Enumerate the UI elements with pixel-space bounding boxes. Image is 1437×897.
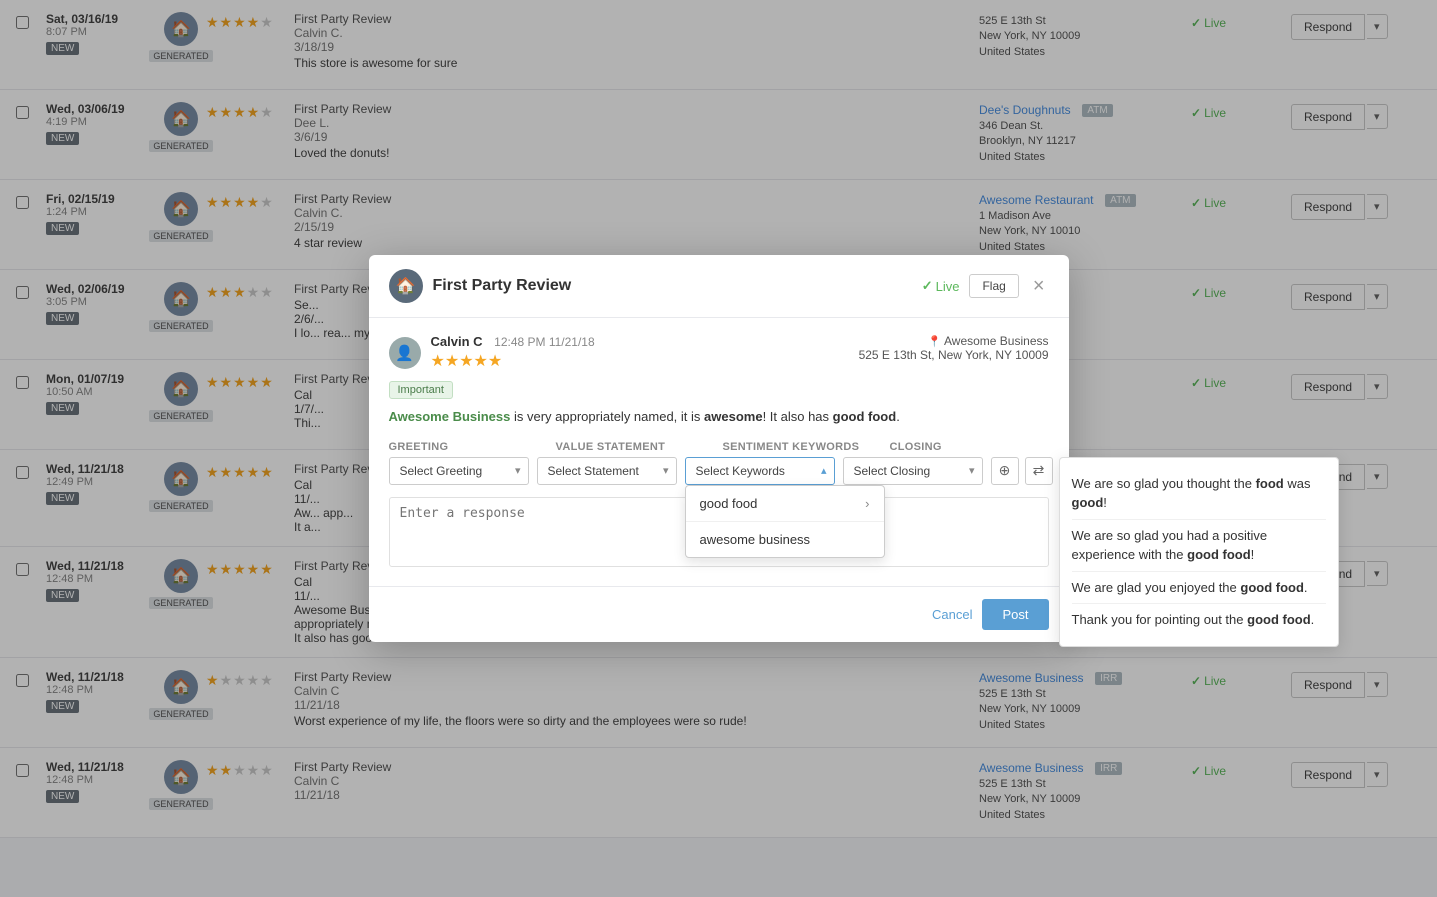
- closing-select-wrapper: Select Closing ▾: [843, 457, 983, 485]
- value-label: VALUE STATEMENT: [556, 441, 715, 453]
- keywords-select-wrapper: Select Keywords good food awesome busine…: [685, 457, 835, 485]
- modal-footer: Cancel Post: [369, 586, 1069, 642]
- keyword-item-awesomebusiness[interactable]: awesome business: [686, 522, 884, 557]
- suggestions-panel: We are so glad you thought the food was …: [1059, 457, 1339, 647]
- review-business-highlight: Awesome Business: [389, 409, 511, 424]
- modal-live-badge: Live: [922, 278, 960, 294]
- review-goodfood-highlight: good food: [833, 409, 897, 424]
- cancel-button[interactable]: Cancel: [932, 607, 972, 622]
- suggestion-item[interactable]: We are so glad you had a positive experi…: [1072, 520, 1326, 572]
- closing-select[interactable]: Select Closing: [843, 457, 983, 485]
- close-button[interactable]: ×: [1029, 276, 1049, 296]
- reviewer-location: 📍 Awesome Business 525 E 13th St, New Yo…: [859, 334, 1049, 362]
- keywords-dropdown: good food › awesome business: [685, 485, 885, 558]
- flag-button[interactable]: Flag: [969, 274, 1018, 298]
- reviewer-time: 12:48 PM 11/21/18: [494, 335, 595, 349]
- keywords-select[interactable]: Select Keywords good food awesome busine…: [685, 457, 835, 485]
- post-button[interactable]: Post: [982, 599, 1048, 630]
- review-awesome-highlight: awesome: [704, 409, 763, 424]
- keyword-item-goodfood[interactable]: good food ›: [686, 486, 884, 522]
- modal-header: 🏠 First Party Review Live Flag ×: [369, 255, 1069, 318]
- value-statement-select-wrapper: Select Statement ▾: [537, 457, 677, 485]
- suggestion-item[interactable]: Thank you for pointing out the good food…: [1072, 604, 1326, 636]
- suggestion-item[interactable]: We are so glad you thought the food was …: [1072, 468, 1326, 520]
- review-content: Awesome Business is very appropriately n…: [389, 407, 1049, 427]
- modal-home-icon: 🏠: [389, 269, 423, 303]
- suggestion-item[interactable]: We are glad you enjoyed the good food.: [1072, 572, 1326, 605]
- page-wrapper: Sat, 03/16/19 8:07 PM NEW 🏠 GENERATED ★★…: [0, 0, 1437, 897]
- modal-header-right: Live Flag ×: [922, 274, 1049, 298]
- add-template-button[interactable]: ⊕: [991, 457, 1019, 485]
- modal-title: First Party Review: [433, 277, 572, 295]
- modal-header-left: 🏠 First Party Review: [389, 269, 572, 303]
- reviewer-stars: ★★★★★: [431, 351, 595, 371]
- sentiment-label: SENTIMENT KEYWORDS: [723, 441, 882, 453]
- closing-label: CLOSING: [890, 441, 1049, 453]
- reviewer-avatar: 👤: [389, 337, 421, 369]
- builder-selects: Select Greeting ▾ Select Statement ▾: [389, 457, 1049, 485]
- modal-body: 👤 Calvin C 12:48 PM 11/21/18 ★★★★★ 📍 Awe…: [369, 318, 1069, 586]
- review-modal: 🏠 First Party Review Live Flag × 👤 Calv: [369, 255, 1069, 642]
- reviewer-name: Calvin C: [431, 334, 483, 349]
- response-builder: GREETING VALUE STATEMENT SENTIMENT KEYWO…: [389, 441, 1049, 570]
- builder-icons: ⊕ ⇄: [991, 457, 1053, 485]
- greeting-label: GREETING: [389, 441, 548, 453]
- reviewer-row: 👤 Calvin C 12:48 PM 11/21/18 ★★★★★ 📍 Awe…: [389, 334, 1049, 371]
- greeting-select-wrapper: Select Greeting ▾: [389, 457, 529, 485]
- shuffle-button[interactable]: ⇄: [1025, 457, 1053, 485]
- modal-overlay[interactable]: 🏠 First Party Review Live Flag × 👤 Calv: [0, 0, 1437, 897]
- greeting-select[interactable]: Select Greeting: [389, 457, 529, 485]
- important-badge: Important: [389, 381, 453, 399]
- value-statement-select[interactable]: Select Statement: [537, 457, 677, 485]
- reviewer-left: 👤 Calvin C 12:48 PM 11/21/18 ★★★★★: [389, 334, 595, 371]
- builder-labels: GREETING VALUE STATEMENT SENTIMENT KEYWO…: [389, 441, 1049, 453]
